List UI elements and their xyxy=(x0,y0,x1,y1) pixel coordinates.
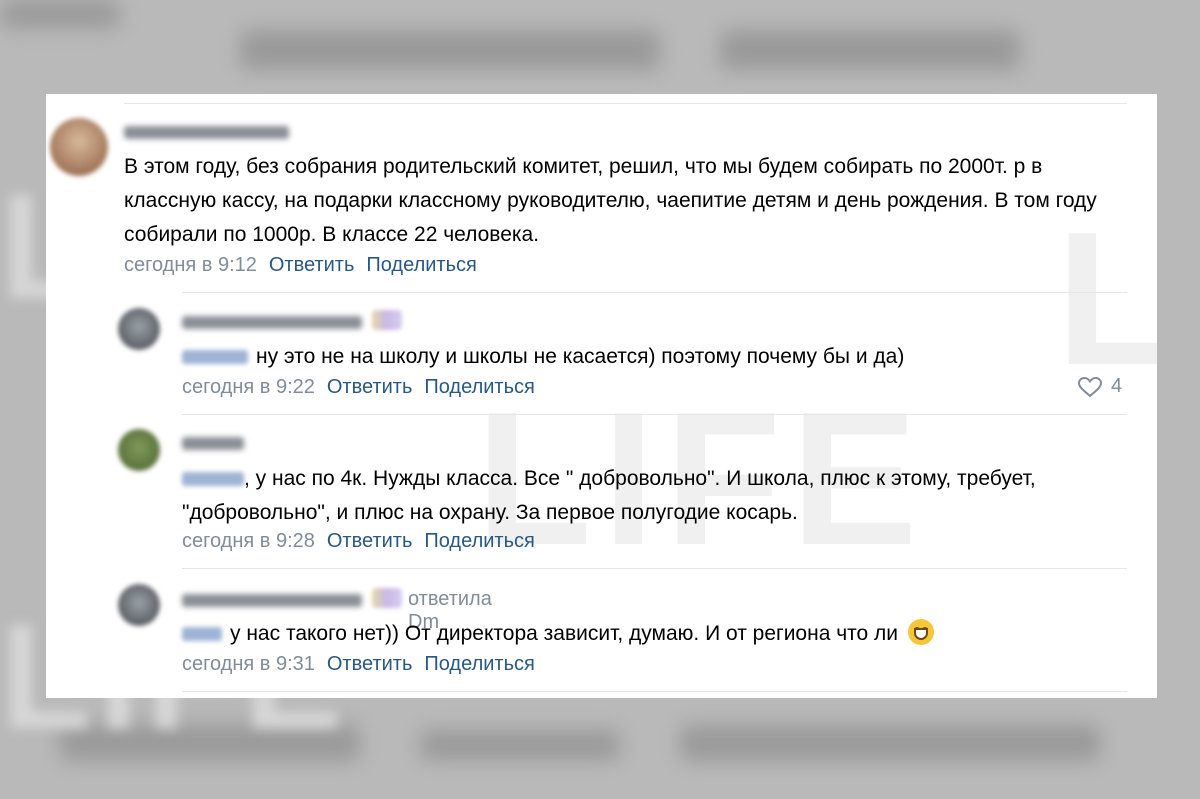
heart-icon xyxy=(1077,376,1103,397)
comment-meta: сегодня в 9:31 Ответить Поделиться xyxy=(182,653,535,676)
comment-text-body: ну это не на школу и школы не касается) … xyxy=(256,345,905,368)
divider xyxy=(182,292,1127,293)
author-name[interactable] xyxy=(182,594,362,607)
share-button[interactable]: Поделиться xyxy=(424,530,534,552)
author-name[interactable] xyxy=(182,316,362,329)
reply-button[interactable]: Ответить xyxy=(327,530,413,552)
avatar[interactable] xyxy=(118,308,160,350)
divider xyxy=(182,691,1127,692)
divider xyxy=(182,568,1127,569)
author-name[interactable] xyxy=(182,437,244,450)
timestamp[interactable]: сегодня в 9:31 xyxy=(182,653,315,675)
divider xyxy=(182,414,1127,415)
reply-button[interactable]: Ответить xyxy=(327,376,413,398)
comment-text: ну это не на школу и школы не касается) … xyxy=(182,340,1042,374)
mention[interactable] xyxy=(182,350,248,365)
grinning-face-icon xyxy=(907,619,934,645)
comment-text: , у нас по 4к. Нужды класса. Все " добро… xyxy=(182,462,1122,530)
comment-text: у нас такого нет)) От директора зависит,… xyxy=(182,617,1102,651)
comment-text-body: , у нас по 4к. Нужды класса. Все " добро… xyxy=(182,467,1036,524)
divider xyxy=(124,103,1127,104)
badge-icon xyxy=(372,588,402,608)
mention[interactable] xyxy=(182,472,244,487)
like-button[interactable]: 4 xyxy=(1077,375,1122,398)
share-button[interactable]: Поделиться xyxy=(424,376,534,398)
share-button[interactable]: Поделиться xyxy=(366,254,476,276)
comments-panel: LIFE LIFE В этом году, без собрания роди… xyxy=(46,94,1157,698)
timestamp[interactable]: сегодня в 9:22 xyxy=(182,376,315,398)
share-button[interactable]: Поделиться xyxy=(424,653,534,675)
like-count: 4 xyxy=(1111,375,1123,397)
author-name[interactable] xyxy=(124,126,289,139)
avatar[interactable] xyxy=(118,584,160,626)
reply-button[interactable]: Ответить xyxy=(269,254,355,276)
avatar[interactable] xyxy=(118,429,160,471)
timestamp[interactable]: сегодня в 9:28 xyxy=(182,530,315,552)
avatar[interactable] xyxy=(50,118,108,176)
reply-button[interactable]: Ответить xyxy=(327,653,413,675)
mention[interactable] xyxy=(182,627,222,642)
comment-text: В этом году, без собрания родительский к… xyxy=(124,155,1097,246)
timestamp[interactable]: сегодня в 9:12 xyxy=(124,254,257,276)
comment-meta: сегодня в 9:28 Ответить Поделиться xyxy=(182,530,535,553)
comment-meta: сегодня в 9:12 Ответить Поделиться xyxy=(124,254,477,277)
comment-meta: сегодня в 9:22 Ответить Поделиться xyxy=(182,376,535,399)
badge-icon xyxy=(372,310,402,330)
comment-text-body: у нас такого нет)) От директора зависит,… xyxy=(230,622,899,645)
